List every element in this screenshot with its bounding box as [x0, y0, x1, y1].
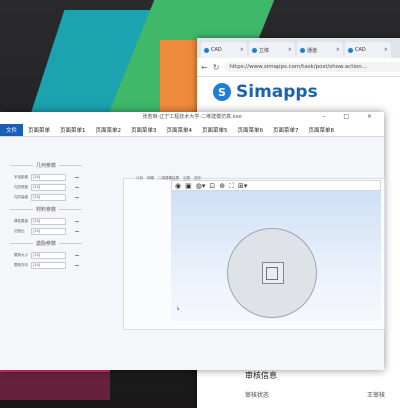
- address-bar: ← ↻ https://www.simapps.com/task/post/sh…: [197, 58, 400, 77]
- menu-item-page-menu-6[interactable]: 页面菜单6: [233, 124, 269, 136]
- menu-item-page-menu-1[interactable]: 页面菜单1: [55, 124, 91, 136]
- param-row: 孔的宽度 [10]: [0, 182, 92, 192]
- refresh-icon[interactable]: ↻: [213, 63, 220, 72]
- browser-tab[interactable]: 通道 ×: [297, 42, 343, 58]
- section-material-title: 材料参数: [0, 206, 92, 213]
- menu-item-page-menu-7[interactable]: 页面菜单7: [268, 124, 304, 136]
- parameter-panel: 几何参数 半径距离 [20] 孔的宽度 [10] 孔的高度 [10] 材料参数 弹性模…: [0, 158, 92, 370]
- zoom-icon[interactable]: ⊕: [219, 181, 225, 191]
- window-controls[interactable]: – □ ×: [322, 112, 380, 122]
- app-title: 张若琳-辽宁工程技术大学-二维建模仿真.exe: [142, 114, 242, 120]
- back-icon[interactable]: ←: [201, 63, 208, 72]
- param-row: 泊松比 [10]: [0, 226, 92, 236]
- site-icon: [348, 47, 353, 53]
- menu-item-page-menu-4[interactable]: 页面菜单4: [162, 124, 198, 136]
- param-label: 弹性模量: [14, 218, 28, 223]
- url-field[interactable]: https://www.simapps.com/task/post/show.a…: [224, 62, 400, 72]
- viewer-tab[interactable]: 网格: [147, 176, 154, 181]
- param-row: 孔的高度 [10]: [0, 192, 92, 202]
- param-unit: [75, 230, 79, 232]
- menubar: 文件 页面菜单 页面菜单1 页面菜单2 页面菜单3 页面菜单4 页面菜单5 页面…: [0, 122, 384, 137]
- param-input[interactable]: [10]: [31, 183, 66, 191]
- param-label: 半径距离: [14, 174, 28, 179]
- paste-icon[interactable]: ▣: [185, 181, 192, 191]
- param-row: 载荷大小 [10]: [0, 250, 92, 260]
- close-icon[interactable]: ×: [336, 47, 340, 53]
- param-label: 孔的宽度: [14, 184, 28, 189]
- browser-tabbar: CAD × 立体 × 通道 × CAD ×: [197, 38, 400, 58]
- param-row: 载荷方向 [10]: [0, 260, 92, 270]
- param-input[interactable]: [10]: [31, 193, 66, 201]
- select-icon[interactable]: ◉: [175, 181, 181, 191]
- site-icon: [300, 47, 305, 53]
- app-titlebar: 张若琳-辽宁工程技术大学-二维建模仿真.exe – □ ×: [0, 112, 384, 122]
- axis-triad-icon: ↳: [176, 306, 181, 312]
- view-dropdown-icon[interactable]: ◍▾: [196, 181, 206, 191]
- menu-item-page-menu-5[interactable]: 页面菜单5: [197, 124, 233, 136]
- menu-item-page-menu-2[interactable]: 页面菜单2: [91, 124, 127, 136]
- param-unit: [75, 220, 79, 222]
- hole-inner: [266, 267, 278, 280]
- fit-icon[interactable]: ⛶: [229, 181, 234, 191]
- close-icon[interactable]: ×: [384, 47, 388, 53]
- param-unit: [75, 186, 79, 188]
- section-geometry-title: 几何参数: [0, 162, 92, 169]
- review-row: 审核状态 王审核: [245, 390, 385, 399]
- simapps-logo[interactable]: S Simapps: [213, 82, 318, 102]
- menu-item-page-menu[interactable]: 页面菜单: [23, 124, 55, 136]
- simapps-logo-icon: S: [213, 83, 231, 101]
- param-row: 半径距离 [20]: [0, 172, 92, 182]
- param-label: 泊松比: [14, 228, 25, 233]
- param-row: 弹性模量 [10]: [0, 216, 92, 226]
- param-unit: [75, 176, 79, 178]
- simapps-logo-text: Simapps: [236, 82, 318, 102]
- param-label: 载荷方向: [14, 262, 28, 267]
- param-label: 孔的高度: [14, 194, 28, 199]
- review-status-label: 审核状态: [245, 392, 270, 399]
- param-label: 载荷大小: [14, 252, 28, 257]
- param-unit: [75, 254, 79, 256]
- site-icon: [252, 47, 257, 53]
- section-load-title: 激励参数: [0, 240, 92, 247]
- param-input[interactable]: [10]: [31, 251, 66, 259]
- param-unit: [75, 196, 79, 198]
- grid-icon[interactable]: ⊞▾: [238, 181, 247, 191]
- review-title: 审核信息: [245, 371, 277, 380]
- browser-tab[interactable]: CAD ×: [201, 42, 247, 58]
- close-icon[interactable]: ×: [288, 47, 292, 53]
- browser-tab[interactable]: CAD ×: [345, 42, 391, 58]
- param-input[interactable]: [10]: [31, 227, 66, 235]
- model-canvas[interactable]: ↳: [171, 191, 381, 321]
- menu-item-page-menu-3[interactable]: 页面菜单3: [126, 124, 162, 136]
- site-icon: [204, 47, 209, 53]
- param-input[interactable]: [10]: [31, 261, 66, 269]
- param-input[interactable]: [10]: [31, 217, 66, 225]
- param-unit: [75, 264, 79, 266]
- menu-item-page-menu-8[interactable]: 页面菜单8: [304, 124, 340, 136]
- viewer-tab[interactable]: 几何: [136, 176, 143, 181]
- browser-tab[interactable]: 立体 ×: [249, 42, 295, 58]
- zoom-box-icon[interactable]: ⊡: [209, 181, 215, 191]
- close-icon[interactable]: ×: [240, 47, 244, 53]
- param-input[interactable]: [20]: [31, 173, 66, 181]
- reviewer-label: 王审核: [366, 392, 385, 399]
- viewer-toolbar: ◉ ▣ ◍▾ ⊡ ⊕ ⛶ ⊞▾: [171, 180, 381, 191]
- file-menu-button[interactable]: 文件: [0, 124, 24, 136]
